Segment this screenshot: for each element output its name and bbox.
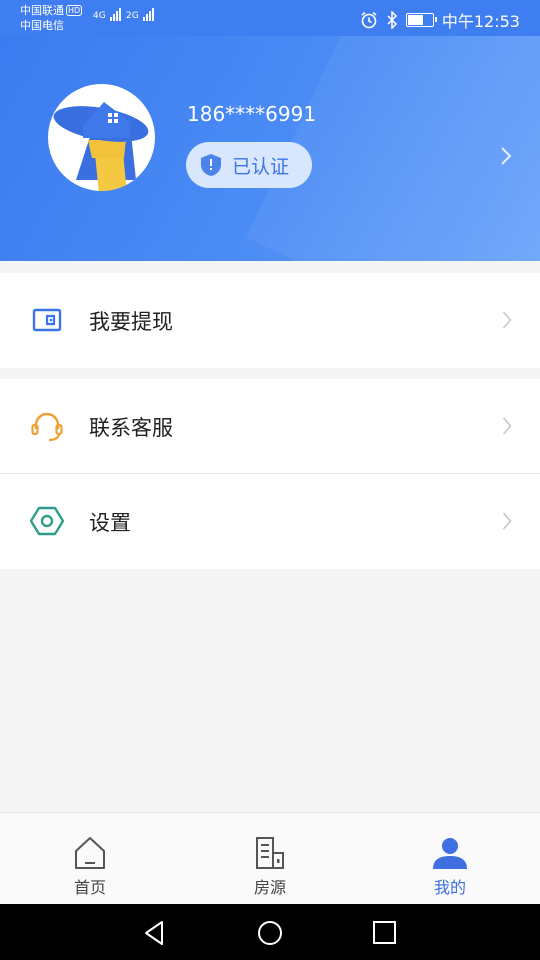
status-right: 中午12:53 <box>360 8 520 32</box>
back-icon[interactable] <box>140 918 170 948</box>
alarm-icon <box>361 11 377 29</box>
menu-label-support: 联系客服 <box>89 415 173 440</box>
tab-home[interactable]: 首页 <box>0 813 180 905</box>
home-icon <box>75 837 105 869</box>
menu-item-support[interactable]: 联系客服 <box>0 379 540 474</box>
carrier-info: 中国联通 HD 中国电信 <box>20 3 83 33</box>
person-icon <box>433 838 467 869</box>
profile-header[interactable]: 186****6991 已认证 <box>0 36 540 261</box>
network-type-2: 2G <box>126 11 139 21</box>
tab-home-label: 首页 <box>73 878 106 897</box>
chevron-right-icon[interactable] <box>500 146 512 166</box>
signal-bars-1-icon <box>109 8 121 21</box>
avatar[interactable] <box>48 84 155 191</box>
menu-card: 联系客服 设置 <box>0 379 540 569</box>
verified-badge: 已认证 <box>186 142 312 188</box>
bluetooth-icon <box>387 11 397 29</box>
tab-listings[interactable]: 房源 <box>180 813 360 905</box>
withdraw-card: 我要提现 <box>0 273 540 368</box>
clock: 中午12:53 <box>441 12 520 31</box>
shield-icon <box>201 154 221 176</box>
phone-number: 186****6991 <box>187 102 317 126</box>
settings-hexagon-icon <box>30 506 64 536</box>
carrier-1: 中国联通 <box>20 4 64 17</box>
chevron-right-icon <box>502 311 512 329</box>
chevron-right-icon <box>502 417 512 435</box>
verified-label: 已认证 <box>232 155 290 178</box>
menu-item-settings[interactable]: 设置 <box>0 474 540 569</box>
status-bar: 中国联通 HD 中国电信 4G 2G 中午12:53 <box>0 0 540 36</box>
building-icon <box>256 837 284 869</box>
house-hat-avatar-icon <box>53 102 149 191</box>
chevron-right-icon <box>502 512 512 530</box>
tab-mine-label: 我的 <box>433 878 466 897</box>
wallet-icon <box>32 308 62 332</box>
tab-listings-label: 房源 <box>253 878 286 897</box>
network-type-1: 4G <box>93 11 106 21</box>
carrier-2: 中国电信 <box>20 19 64 32</box>
home-circle-icon[interactable] <box>255 918 285 948</box>
system-nav-bar <box>0 904 540 960</box>
signal-2: 2G <box>126 8 154 21</box>
menu-label-withdraw: 我要提现 <box>89 309 173 334</box>
menu-label-settings: 设置 <box>89 510 131 535</box>
recents-icon[interactable] <box>370 918 400 948</box>
hd-badge: HD <box>66 5 83 16</box>
headset-icon <box>31 412 63 442</box>
tab-mine[interactable]: 我的 <box>360 813 540 905</box>
signal-bars-2-icon <box>142 8 154 21</box>
bottom-nav: 首页 房源 我的 <box>0 812 540 905</box>
signal-1: 4G <box>93 8 121 21</box>
battery-icon <box>405 13 437 27</box>
menu-item-withdraw[interactable]: 我要提现 <box>0 273 540 368</box>
